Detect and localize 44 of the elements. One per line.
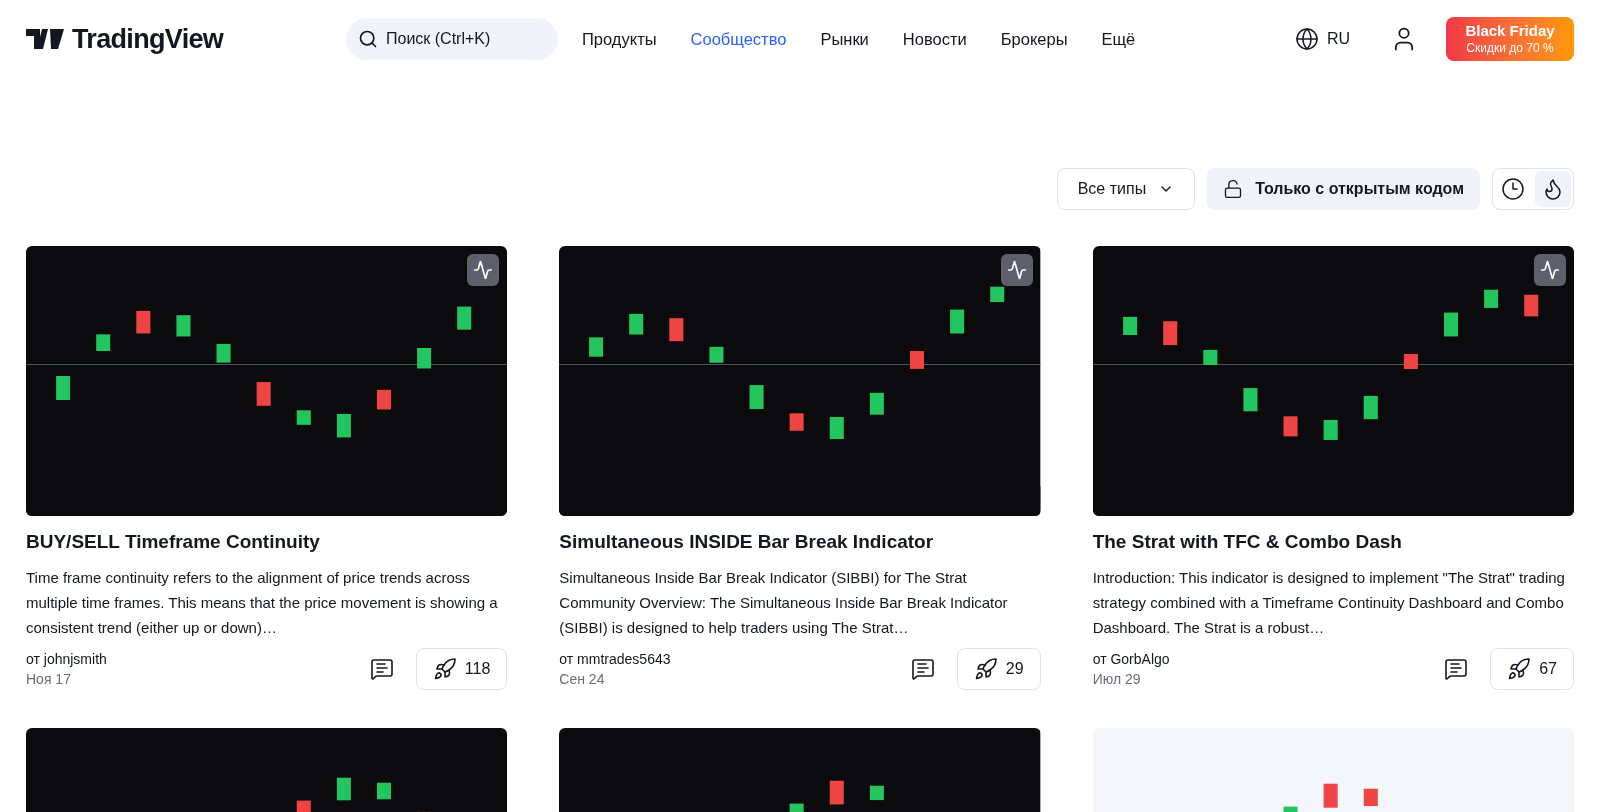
nav-link[interactable]: Сообщество — [690, 26, 787, 52]
nav-link[interactable]: Новости — [902, 26, 967, 52]
wave-icon — [473, 260, 494, 280]
author-name[interactable]: от mmtrades5643 — [559, 648, 671, 669]
logo-icon — [26, 29, 64, 49]
post-date: Июл 29 — [1092, 669, 1142, 689]
chart-preview-button[interactable] — [1000, 254, 1033, 286]
card-description: Time frame continuity refers to the alignment of price trends across multiple time frames. This means that the price movement is showing a consistent trend (either up or down)… — [26, 567, 499, 638]
post-date: Ноя 17 — [26, 669, 72, 689]
card-title[interactable]: BUY/SELL Timeframe Continuity — [26, 528, 508, 557]
boost-button[interactable]: 67 — [1490, 647, 1574, 690]
card-description: Introduction: This indicator is designed to implement "The Strat" trading strategy combined with a Timeframe Continuity Dashboard and Combo Dashboard. The Strat is a robust… — [1092, 567, 1566, 638]
author-name[interactable]: от johnjsmith — [26, 648, 107, 669]
card-description: Simultaneous Inside Bar Break Indicator (SIBBI) for The Strat Community Overview: The Simultaneous Inside Bar Break Indicator (SIBBI) is designed to help traders using The Strat… — [559, 567, 1009, 638]
clock-icon — [1501, 177, 1525, 201]
card-title[interactable]: Simultaneous INSIDE Bar Break Indicator — [559, 528, 1041, 557]
nav-link[interactable]: Ещё — [1101, 26, 1136, 52]
rocket-icon — [973, 656, 998, 681]
card-title[interactable]: The Strat with TFC & Combo Dash — [1092, 528, 1574, 557]
type-select[interactable]: Все типы — [1056, 168, 1196, 210]
comment-icon — [369, 656, 394, 681]
search-icon — [358, 29, 378, 49]
comment-icon — [1444, 656, 1469, 681]
author-name[interactable]: от GorbAlgo — [1092, 648, 1170, 669]
rocket-icon — [1507, 656, 1532, 681]
logo-wordmark[interactable]: TradingView — [72, 18, 224, 60]
globe-icon — [1294, 27, 1319, 51]
post-date: Сен 24 — [559, 669, 606, 689]
nav-link[interactable]: Рынки — [820, 26, 869, 52]
rocket-icon — [432, 656, 457, 681]
chart-preview-button[interactable] — [1534, 254, 1566, 286]
open-source-toggle[interactable]: Только с открытым кодом — [1207, 168, 1480, 210]
nav-link[interactable]: Брокеры — [1000, 26, 1068, 52]
wave-icon — [1540, 260, 1560, 280]
language-button[interactable]: RU — [1294, 27, 1350, 51]
sort-button[interactable] — [1535, 171, 1571, 207]
unlock-icon — [1223, 179, 1244, 199]
wave-icon — [1006, 260, 1027, 280]
chart-preview-button[interactable] — [467, 254, 500, 286]
boost-button[interactable]: 29 — [956, 647, 1041, 690]
comment-icon — [910, 656, 935, 681]
boost-button[interactable]: 118 — [415, 647, 508, 690]
nav-link[interactable]: Продукты — [582, 26, 657, 52]
search-field[interactable]: Поиск (Ctrl+K) — [346, 18, 558, 60]
